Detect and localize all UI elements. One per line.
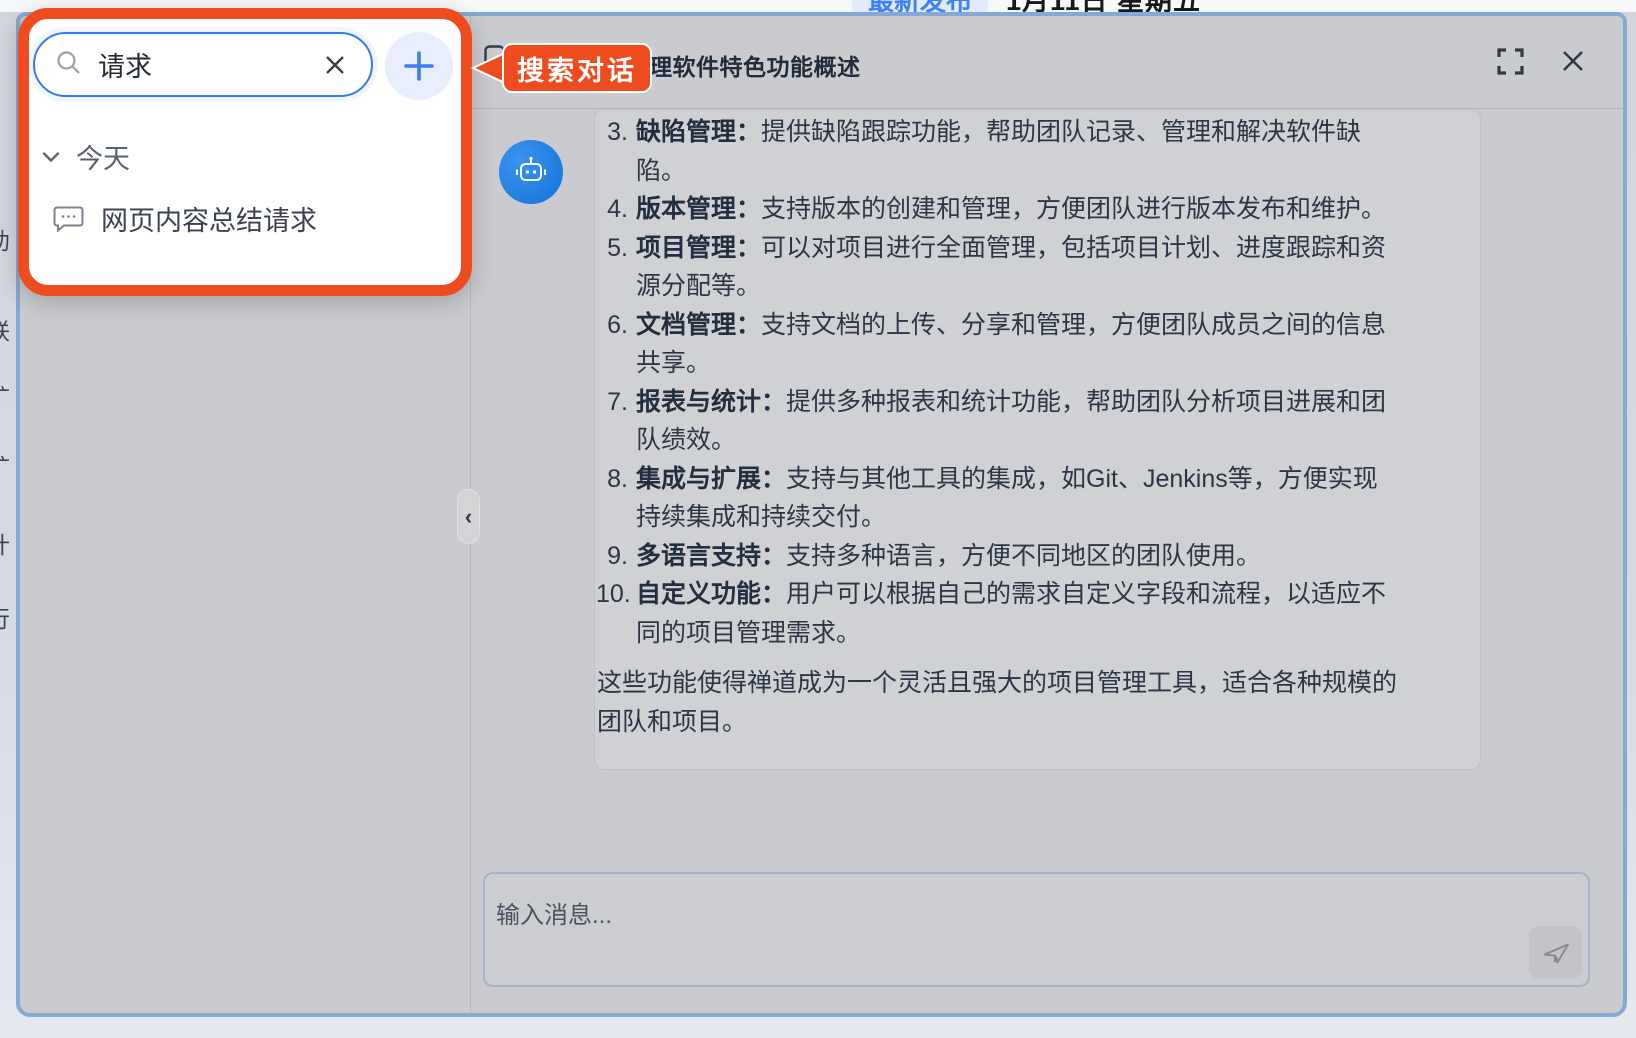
new-chat-button[interactable] [385,32,453,100]
clipped-text-fragment: 扩 [0,448,16,482]
search-input[interactable]: 请求 [33,32,373,97]
plus-icon [404,51,434,81]
feature-list-item: 10. 自定义功能：用户可以根据自己的需求自定义字段和流程，以适应不同的项目管理需… [596,580,1387,647]
feature-list-item: 5. 项目管理：可以对项目进行全面管理，包括项目计划、进度跟踪和资源分配等。 [607,233,1387,301]
paper-plane-icon [1543,943,1569,963]
clipped-text-fragment: 行 [0,600,16,634]
annotation-callout: 搜索对话 [463,40,655,96]
collapse-panel-handle[interactable]: ‹ [457,489,480,544]
history-group-label: 今天 [76,144,130,174]
search-panel: 请求 今天 网页内容总结请求 [18,8,472,296]
input-placeholder: 输入消息... [496,902,613,929]
release-badge: 最新发布 [852,0,989,12]
left-clipped-window-strip: 助联扩扩计行 [0,12,16,1017]
conversation-item-label: 网页内容总结请求 [101,206,317,236]
chevron-left-icon: ‹ [464,503,473,529]
fullscreen-icon[interactable] [1494,45,1526,77]
history-group-today[interactable]: 今天 [42,137,130,176]
feature-list-item: 7. 报表与统计：提供多种报表和统计功能，帮助团队分析项目进展和团队绩效。 [607,387,1387,455]
chevron-down-icon [42,151,60,162]
clear-search-icon[interactable] [321,51,349,79]
clipped-text-fragment: 计 [0,526,16,560]
screen: { "annotation": { "label": "搜索对话" }, "pa… [0,0,1636,1038]
send-button[interactable] [1529,926,1582,979]
search-query-text: 请求 [98,52,152,82]
search-icon [55,49,82,81]
feature-list-item: 8. 集成与扩展：支持与其他工具的集成，如Git、Jenkins等，方便实现持续集… [607,464,1378,532]
conversation-list-item[interactable]: 网页内容总结请求 [53,199,317,238]
feature-list: 3. 缺陷管理：提供缺陷跟踪功能，帮助团队记录、管理和解决软件缺陷。 4. 版本管理：… [596,113,1480,652]
close-icon[interactable] [1557,45,1589,77]
chat-title: 理软件特色功能概述 [649,54,861,80]
message-input[interactable]: 输入消息... [483,872,1590,987]
clipped-text-fragment: 助 [0,222,16,256]
closing-paragraph: 这些功能使得禅道成为一个灵活且强大的项目管理工具，适合各种规模的团队和项目。 [597,669,1398,736]
annotation-label: 搜索对话 [517,55,637,86]
chat-bubble-icon [53,206,84,233]
feature-list-item: 6. 文档管理：支持文档的上传、分享和管理，方便团队成员之间的信息共享。 [607,310,1387,378]
page-date: 1月11日 星期五 [1006,0,1201,12]
clipped-text-fragment: 联 [0,312,16,346]
feature-list-item: 9. 多语言支持：支持多种语言，方便不同地区的团队使用。 [607,541,1262,570]
robot-avatar-icon [499,140,563,204]
feature-list-item: 4. 版本管理：支持版本的创建和管理，方便团队进行版本发布和维护。 [607,195,1387,223]
feature-list-item: 3. 缺陷管理：提供缺陷跟踪功能，帮助团队记录、管理和解决软件缺陷。 [607,118,1362,185]
assistant-message-bubble: 3. 缺陷管理：提供缺陷跟踪功能，帮助团队记录、管理和解决软件缺陷。 4. 版本管理：… [594,109,1481,770]
clipped-text-fragment: 扩 [0,378,16,412]
